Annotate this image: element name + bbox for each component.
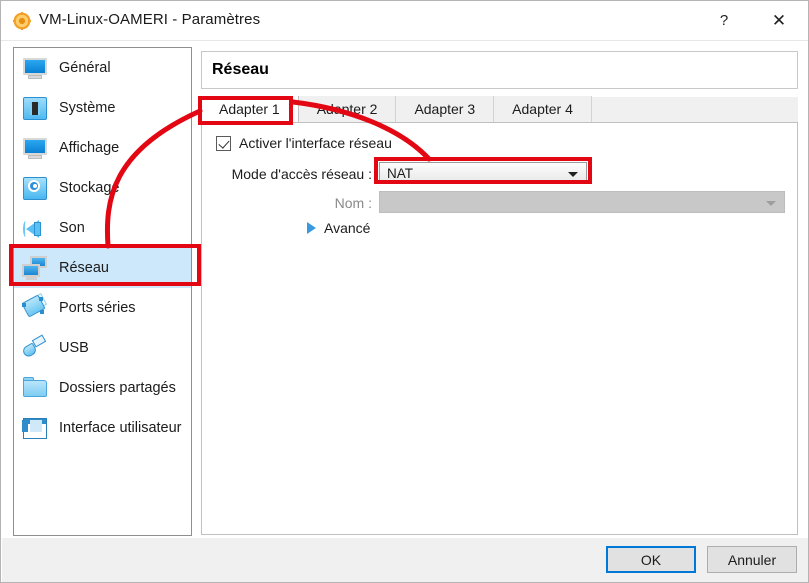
enable-network-adapter-row[interactable]: Activer l'interface réseau [216,135,392,151]
sidebar-item-label: Stockage [59,180,120,196]
network-icon [20,253,50,283]
serial-port-icon [20,293,50,323]
triangle-right-icon [307,222,316,234]
title-bar: VM-Linux-OAMERI - Paramètres ? ✕ [1,1,808,41]
sidebar-item-label: Système [59,100,116,116]
help-button[interactable]: ? [701,1,747,40]
sidebar-item-affichage[interactable]: Affichage [14,128,191,168]
tab-adapter-2[interactable]: Adapter 2 [298,96,397,122]
monitor-icon [20,53,50,83]
ui-window-icon [20,413,50,443]
virtualbox-gear-icon [13,12,31,30]
speaker-icon [20,213,50,243]
sidebar-item-general[interactable]: Général [14,48,191,88]
sidebar-item-systeme[interactable]: Système [14,88,191,128]
sidebar-item-label: Son [59,220,85,236]
tab-adapter-3[interactable]: Adapter 3 [396,96,495,122]
hard-disk-icon [20,173,50,203]
tab-adapter-1[interactable]: Adapter 1 [201,96,299,122]
ok-button[interactable]: OK [606,546,696,573]
cancel-button[interactable]: Annuler [707,546,797,573]
advanced-expander[interactable]: Avancé [307,220,370,236]
sidebar-item-reseau[interactable]: Réseau [14,248,191,288]
attached-to-label: Mode d'accès réseau : [231,166,372,182]
page-title: Réseau [212,61,269,78]
settings-dialog: VM-Linux-OAMERI - Paramètres ? ✕ Général… [0,0,809,583]
sidebar-item-interface-utilisateur[interactable]: Interface utilisateur [14,408,191,448]
enable-network-adapter-checkbox[interactable] [216,135,231,151]
sidebar-item-label: USB [59,340,89,356]
page-header: Réseau [201,51,798,89]
sidebar-item-son[interactable]: Son [14,208,191,248]
sidebar-item-label: Affichage [59,140,120,156]
adapter-tab-strip: Adapter 1 Adapter 2 Adapter 3 Adapter 4 [201,96,798,123]
settings-category-list[interactable]: Général Système Affichage Stockage Son R… [13,47,192,536]
adapter-name-label: Nom : [334,195,372,211]
adapter-1-panel: Activer l'interface réseau Mode d'accès … [201,123,798,535]
sidebar-item-label: Interface utilisateur [59,420,182,436]
sidebar-item-dossiers-partages[interactable]: Dossiers partagés [14,368,191,408]
folder-icon [20,373,50,403]
sidebar-item-label: Ports séries [59,300,136,316]
chevron-down-icon [568,172,578,177]
sidebar-item-usb[interactable]: USB [14,328,191,368]
cpu-chip-icon [20,93,50,123]
sidebar-item-label: Dossiers partagés [59,380,176,396]
adapter-name-select [379,191,785,213]
sidebar-item-ports-series[interactable]: Ports séries [14,288,191,328]
sidebar-item-label: Général [59,60,111,76]
display-icon [20,133,50,163]
attached-to-value: NAT [387,165,413,181]
sidebar-item-stockage[interactable]: Stockage [14,168,191,208]
sidebar-item-label: Réseau [59,260,109,276]
window-title: VM-Linux-OAMERI - Paramètres [39,11,261,28]
close-button[interactable]: ✕ [756,1,802,40]
chevron-down-icon [766,201,776,206]
tab-adapter-4[interactable]: Adapter 4 [494,96,592,122]
dialog-footer: OK Annuler [2,538,808,582]
attached-to-select[interactable]: NAT [379,162,587,184]
enable-network-adapter-label: Activer l'interface réseau [239,135,392,151]
usb-icon [20,333,50,363]
advanced-label: Avancé [324,220,371,236]
